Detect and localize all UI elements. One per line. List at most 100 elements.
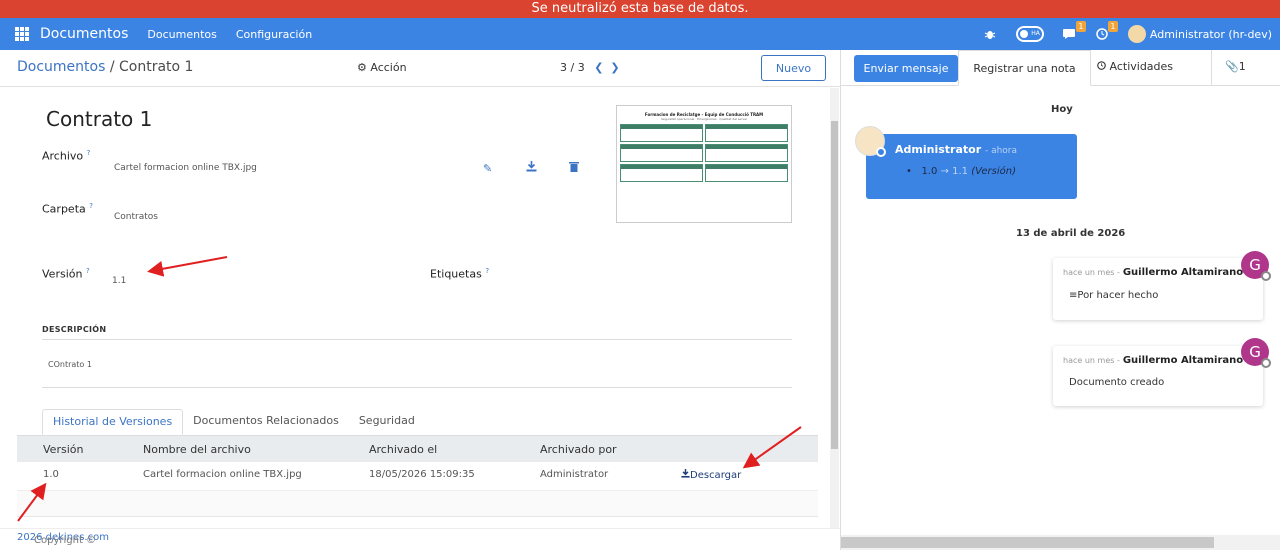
divider xyxy=(1211,50,1212,86)
log-note-button[interactable]: Registrar una nota xyxy=(958,50,1091,86)
menu-documentos[interactable]: Documentos xyxy=(147,28,216,41)
tab-seguridad[interactable]: Seguridad xyxy=(349,409,425,435)
app-brand[interactable]: Documentos xyxy=(40,26,128,42)
copyright: Copyright © 2026 dekines.com xyxy=(17,532,109,546)
attachments-count: 1 xyxy=(1238,60,1246,73)
author-avatar[interactable] xyxy=(855,126,886,157)
chatter-topbar: Enviar mensaje Registrar una nota Activi… xyxy=(841,50,1280,86)
action-label: Acción xyxy=(370,61,407,74)
pager-prev-icon[interactable]: ❮ xyxy=(594,61,610,74)
menu-configuracion[interactable]: Configuración xyxy=(236,28,312,41)
message-card: hace un mes - Guillermo Altamirano ≡Por h… xyxy=(1053,258,1263,320)
help-icon[interactable]: ? xyxy=(89,202,93,210)
neutralized-db-banner: Se neutralizó esta base de datos. xyxy=(0,0,1280,18)
message-author[interactable]: Guillermo Altamirano xyxy=(1123,355,1243,366)
messages-badge: 1 xyxy=(1075,21,1086,32)
help-icon[interactable]: ? xyxy=(485,267,489,275)
top-navbar: Documentos Documentos Configuración HA 1… xyxy=(0,18,1280,50)
row-archived-on: 18/05/2026 15:09:35 xyxy=(369,469,475,480)
download-label: Descargar xyxy=(690,470,742,481)
divider xyxy=(42,339,792,340)
activities-badge: 1 xyxy=(1107,21,1118,32)
ha-toggle[interactable]: HA xyxy=(1015,26,1044,42)
footer: Copyright © 2026 dekines.com xyxy=(0,528,840,550)
chatter-horizontal-scrollbar[interactable] xyxy=(841,535,1280,550)
etiquetas-label: Etiquetas ? xyxy=(430,267,490,281)
breadcrumb-current: Contrato 1 xyxy=(119,59,194,75)
paperclip-icon: 📎 xyxy=(1225,60,1239,73)
document-thumbnail[interactable]: Formacion de Reciclatge - Equip de Condu… xyxy=(616,105,792,223)
carpeta-label: Carpeta ? xyxy=(42,202,93,216)
activities-clock-icon[interactable]: 1 xyxy=(1096,21,1118,40)
message-author[interactable]: Guillermo Altamirano xyxy=(1123,267,1243,278)
tab-documentos-relacionados[interactable]: Documentos Relacionados xyxy=(183,409,349,435)
activities-button[interactable]: Actividades xyxy=(1097,60,1173,73)
divider xyxy=(42,387,792,388)
tab-historial-versiones[interactable]: Historial de Versiones xyxy=(42,409,184,435)
description-header: DESCRIPCIÓN xyxy=(42,325,107,334)
help-icon[interactable]: ? xyxy=(86,267,90,275)
day-separator-today: Hoy xyxy=(1051,104,1073,115)
tracking-value: • 1.0 → 1.1 (Versión) xyxy=(906,166,1016,177)
table-row-empty xyxy=(17,491,818,517)
version-field[interactable]: 1.1 xyxy=(112,276,126,286)
column-archived-on[interactable]: Archivado el xyxy=(369,443,437,456)
archivo-field[interactable]: Cartel formacion online TBX.jpg xyxy=(114,163,257,173)
download-icon[interactable] xyxy=(526,161,537,175)
user-avatar[interactable] xyxy=(1127,25,1146,43)
breadcrumb: Documentos / Contrato 1 xyxy=(17,59,193,75)
tracking-arrow: → xyxy=(940,166,949,177)
tracked-field: (Versión) xyxy=(971,166,1016,177)
old-value: 1.0 xyxy=(921,166,938,177)
thumbnail-subtitle: Seguretat operacional · Emergències · Qu… xyxy=(661,117,747,121)
pager-next-icon[interactable]: ❯ xyxy=(610,61,626,74)
chatter-panel: Enviar mensaje Registrar una nota Activi… xyxy=(840,50,1280,550)
author-avatar[interactable]: G xyxy=(1241,251,1271,281)
send-message-button[interactable]: Enviar mensaje xyxy=(854,55,958,82)
apps-menu-icon[interactable] xyxy=(15,27,29,41)
row-filename: Cartel formacion online TBX.jpg xyxy=(143,469,302,480)
ha-toggle-label: HA xyxy=(1031,30,1040,37)
attachments-button[interactable]: 📎1 xyxy=(1225,60,1246,73)
breadcrumb-parent[interactable]: Documentos xyxy=(17,59,105,75)
day-separator-date: 13 de abril de 2026 xyxy=(1016,228,1126,239)
column-archived-by[interactable]: Archivado por xyxy=(540,443,617,456)
new-button[interactable]: Nuevo xyxy=(761,55,826,81)
trash-icon[interactable] xyxy=(569,161,579,175)
row-version: 1.0 xyxy=(43,469,59,480)
message-body: ≡Por hacer hecho xyxy=(1069,290,1159,301)
message-time: hace un mes - xyxy=(1063,356,1120,365)
document-title[interactable]: Contrato 1 xyxy=(46,107,152,131)
pager: 3 / 3 ❮❯ xyxy=(560,61,627,74)
message-body: Documento creado xyxy=(1069,377,1165,388)
download-version-link[interactable]: Descargar xyxy=(681,469,741,481)
row-archived-by: Administrator xyxy=(540,469,609,480)
help-icon[interactable]: ? xyxy=(87,149,91,157)
action-menu[interactable]: ⚙ Acción xyxy=(357,61,407,74)
description-text[interactable]: COntrato 1 xyxy=(48,360,92,369)
column-version[interactable]: Versión xyxy=(43,443,83,456)
column-filename[interactable]: Nombre del archivo xyxy=(143,443,251,456)
form-scrollbar[interactable] xyxy=(830,88,839,528)
table-header: Versión Nombre del archivo Archivado el … xyxy=(17,435,818,462)
messages-icon[interactable]: 1 xyxy=(1062,21,1086,40)
edit-pencil-icon[interactable]: ✎ xyxy=(483,162,492,175)
carpeta-field[interactable]: Contratos xyxy=(114,212,158,222)
message-author[interactable]: Administrator xyxy=(895,143,981,156)
control-panel: Documentos / Contrato 1 ⚙ Acción 3 / 3 ❮… xyxy=(0,50,840,87)
bug-icon[interactable] xyxy=(984,28,996,40)
archivo-label: Archivo ? xyxy=(42,149,91,163)
user-menu[interactable]: Administrator (hr-dev) xyxy=(1150,28,1272,41)
message-time: hace un mes - xyxy=(1063,268,1120,277)
tracking-message: Administrator - ahora • 1.0 → 1.1 (Versi… xyxy=(866,134,1077,199)
breadcrumb-separator: / xyxy=(109,59,115,75)
download-icon xyxy=(681,469,690,478)
activities-label: Actividades xyxy=(1109,60,1174,73)
new-value: 1.1 xyxy=(952,166,969,177)
version-label: Versión ? xyxy=(42,267,90,281)
author-avatar[interactable]: G xyxy=(1241,338,1271,368)
pager-value[interactable]: 3 / 3 xyxy=(560,61,585,74)
gear-icon: ⚙ xyxy=(357,61,367,74)
clock-icon xyxy=(1097,61,1106,70)
notebook-tabs: Historial de Versiones Documentos Relaci… xyxy=(42,409,425,435)
